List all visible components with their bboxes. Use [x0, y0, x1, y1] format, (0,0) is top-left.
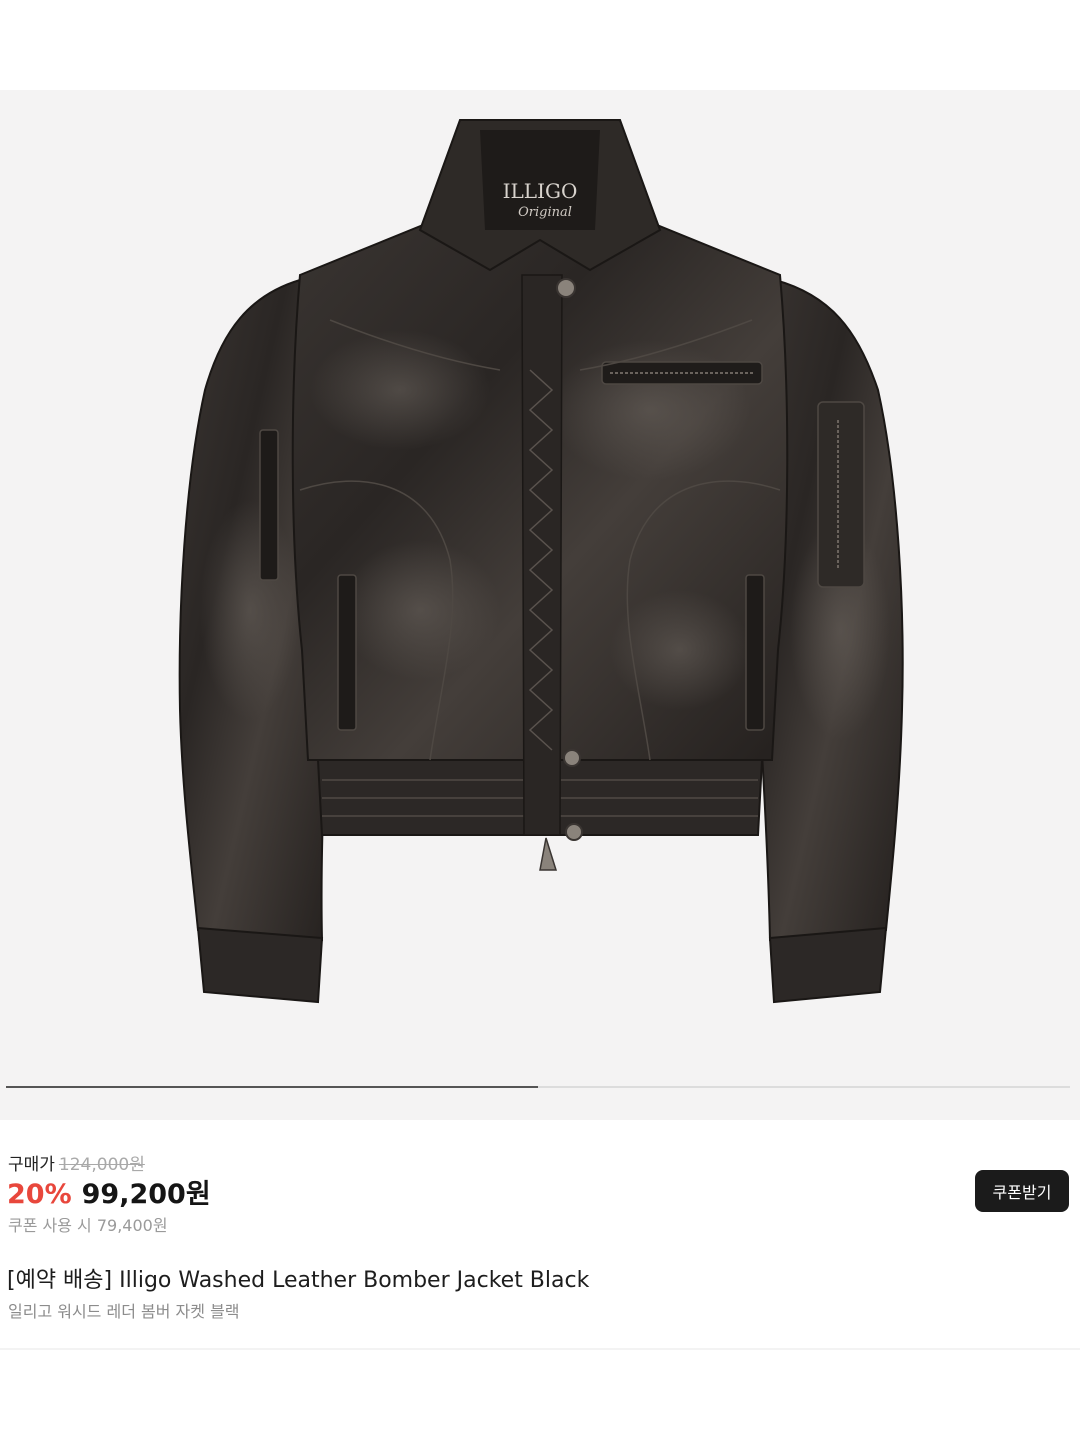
section-divider — [0, 1348, 1080, 1350]
gallery-progress-fill — [6, 1086, 538, 1088]
svg-text:Original: Original — [518, 205, 572, 220]
svg-text:ILLIGO: ILLIGO — [503, 179, 578, 203]
discount-rate: 20% — [7, 1179, 72, 1210]
product-info-section: 구매가 124,000원 20% 99,200원 쿠폰 사용 시 79,400원… — [0, 1120, 1080, 1350]
product-image-gallery[interactable]: ILLIGO Original — [0, 90, 1080, 1120]
gallery-progress-track — [6, 1086, 1070, 1088]
product-subname: 일리고 워시드 레더 봄버 자켓 블랙 — [8, 1302, 240, 1321]
product-image[interactable]: ILLIGO Original — [0, 90, 1080, 1120]
get-coupon-button[interactable]: 쿠폰받기 — [975, 1170, 1069, 1212]
top-spacer — [0, 0, 1080, 90]
product-name: [예약 배송] Illigo Washed Leather Bomber Jac… — [7, 1268, 590, 1293]
coupon-price: 쿠폰 사용 시 79,400원 — [8, 1216, 168, 1235]
price-row: 20% 99,200원 — [7, 1172, 211, 1211]
sale-price: 99,200원 — [81, 1179, 211, 1210]
product-page: ILLIGO Original 구매가 124,000원 20% 99,200원… — [0, 0, 1080, 1440]
jacket-illustration: ILLIGO Original — [178, 119, 904, 1004]
